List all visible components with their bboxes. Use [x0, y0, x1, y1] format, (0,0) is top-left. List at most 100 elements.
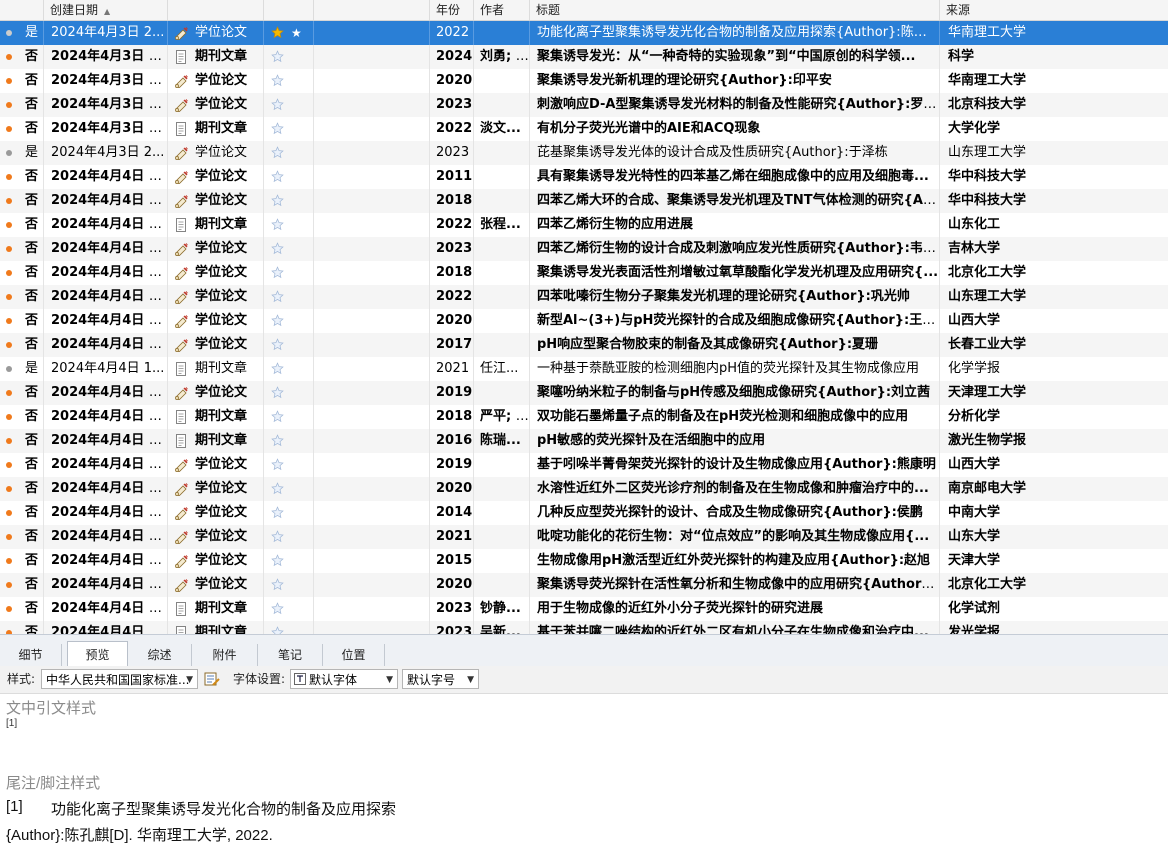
rating-cell	[264, 477, 314, 501]
item-row[interactable]: 否 2024年4月4日 1... 期刊文章 2022 张程... 四苯乙烯衍生物的应用进展…	[0, 213, 1168, 237]
item-type-cell: 学位论文	[168, 237, 264, 261]
empty-star-icon[interactable]	[271, 626, 284, 634]
empty-star-icon[interactable]	[271, 218, 284, 231]
empty-star-icon[interactable]	[271, 122, 284, 135]
item-row[interactable]: 否 2024年4月4日 1... 学位论文 2018 聚集诱导发光表面活性剂增敏过氧草酸…	[0, 261, 1168, 285]
item-row[interactable]: 否 2024年4月3日 2... 期刊文章 2022 淡文... 有机分子荧光光谱中的AI…	[0, 117, 1168, 141]
column-header-read[interactable]	[0, 0, 44, 20]
item-type-cell: 学位论文	[168, 309, 264, 333]
empty-star-icon[interactable]	[271, 290, 284, 303]
tab-details[interactable]: 细节	[0, 644, 62, 666]
empty-star-icon[interactable]	[271, 146, 284, 159]
item-row[interactable]: 否 2024年4月4日 1... 学位论文 2011 具有聚集诱导发光特性的四苯基乙烯在…	[0, 165, 1168, 189]
unread-dot-icon	[6, 294, 12, 300]
item-row[interactable]: 否 2024年4月4日 1... 期刊文章 2016 陈瑞... pH敏感的荧光探针及在活…	[0, 429, 1168, 453]
column-header-title[interactable]: 标题	[530, 0, 940, 20]
empty-star-icon[interactable]	[271, 386, 284, 399]
empty-star-icon[interactable]	[271, 194, 284, 207]
style-select[interactable]: 中华人民共和国国家标准... ▼	[41, 669, 198, 689]
favorite-star-icon[interactable]: ★	[291, 21, 302, 45]
empty-star-icon[interactable]	[271, 98, 284, 111]
tab-location[interactable]: 位置	[323, 644, 385, 666]
font-size-select[interactable]: 默认字号 ▼	[402, 669, 479, 689]
empty-star-icon[interactable]	[271, 170, 284, 183]
empty-star-icon[interactable]	[271, 410, 284, 423]
item-list[interactable]: 是 2024年4月3日 2... 学位论文 ★ 2022 功能化离子型聚集诱导发光化合物的…	[0, 21, 1168, 634]
item-row[interactable]: 否 2024年4月4日 1... 期刊文章 2018 严平; ... 双功能石墨烯量子点的…	[0, 405, 1168, 429]
title-text: 几种反应型荧光探针的设计、合成及生物成像研究{Author}:侯鹏	[537, 505, 923, 520]
item-row[interactable]: 否 2024年4月4日 1... 学位论文 2019 聚噻吩纳米粒子的制备与pH传感及细…	[0, 381, 1168, 405]
font-select[interactable]: 默认字体 ▼	[290, 669, 398, 689]
column-header-created-date[interactable]: 创建日期 ▲	[44, 0, 168, 20]
item-row[interactable]: 是 2024年4月3日 2... 学位论文 2023 芘基聚集诱导发光体的设计合成及性质…	[0, 141, 1168, 165]
empty-star-icon[interactable]	[271, 434, 284, 447]
item-row[interactable]: 否 2024年4月4日 1... 学位论文 2020 聚集诱导荧光探针在活性氧分析和生物…	[0, 573, 1168, 597]
empty-star-icon[interactable]	[271, 362, 284, 375]
created-date-text: 2024年4月4日 1...	[51, 385, 168, 400]
item-row[interactable]: 否 2024年4月4日 1... 学位论文 2020 新型Al~(3+)与pH荧光探针的…	[0, 309, 1168, 333]
read-status-text: 是	[25, 361, 39, 376]
column-header-source[interactable]: 来源	[940, 0, 1168, 20]
item-row[interactable]: 否 2024年4月3日 2... 期刊文章 2024 刘勇; ... 聚集诱导发光：从“一…	[0, 45, 1168, 69]
read-status-cell: 否	[0, 597, 44, 621]
empty-star-icon[interactable]	[271, 602, 284, 615]
created-date-cell: 2024年4月3日 2...	[44, 117, 168, 141]
item-row[interactable]: 否 2024年4月4日 1... 学位论文 2023 四苯乙烯衍生物的设计合成及刺激响应…	[0, 237, 1168, 261]
column-header-extra[interactable]	[314, 0, 430, 20]
item-row[interactable]: 否 2024年4月4日 1... 学位论文 2022 四苯吡嗪衍生物分子聚集发光机理的理…	[0, 285, 1168, 309]
item-row[interactable]: 否 2024年4月4日 1... 学位论文 2019 基于吲哚半菁骨架荧光探针的设计及生…	[0, 453, 1168, 477]
column-header-item-type[interactable]	[168, 0, 264, 20]
item-row[interactable]: 否 2024年4月4日 1... 学位论文 2021 吡啶功能化的花衍生物：对“位点效应…	[0, 525, 1168, 549]
rating-cell	[264, 117, 314, 141]
item-row[interactable]: 否 2024年4月3日 2... 学位论文 2020 聚集诱导发光新机理的理论研究{Au…	[0, 69, 1168, 93]
source-cell: 山西大学	[940, 453, 1168, 477]
empty-star-icon[interactable]	[271, 338, 284, 351]
item-type-text: 学位论文	[195, 337, 248, 352]
source-cell: 华南理工大学	[940, 69, 1168, 93]
tab-notes[interactable]: 笔记	[258, 644, 323, 666]
empty-star-icon[interactable]	[271, 506, 284, 519]
empty-star-icon[interactable]	[271, 554, 284, 567]
empty-star-icon[interactable]	[271, 266, 284, 279]
read-status-text: 否	[25, 289, 39, 304]
empty-star-icon[interactable]	[271, 74, 284, 87]
rating-star-icon[interactable]	[271, 26, 284, 39]
item-row[interactable]: 是 2024年4月3日 2... 学位论文 ★ 2022 功能化离子型聚集诱导发光化合物的…	[0, 21, 1168, 45]
item-row[interactable]: 否 2024年4月4日 1... 期刊文章 2023 钞静... 用于生物成像的近红外小分…	[0, 597, 1168, 621]
column-header-rating[interactable]	[264, 0, 314, 20]
title-text: 聚集诱导发光新机理的理论研究{Author}:印平安	[537, 73, 832, 88]
empty-star-icon[interactable]	[271, 578, 284, 591]
empty-star-icon[interactable]	[271, 50, 284, 63]
rating-cell	[264, 93, 314, 117]
style-manager-icon[interactable]	[204, 671, 220, 687]
item-row[interactable]: 否 2024年4月4日 1... 学位论文 2014 几种反应型荧光探针的设计、合成及生…	[0, 501, 1168, 525]
item-row[interactable]: 否 2024年4月4日 1... 学位论文 2015 生物成像用pH激活型近红外荧光探针…	[0, 549, 1168, 573]
tab-attachments[interactable]: 附件	[192, 644, 258, 666]
font-size-select-value: 默认字号	[407, 673, 456, 687]
item-row[interactable]: 否 2024年4月4日 1... 学位论文 2020 水溶性近红外二区荧光诊疗剂的制备及…	[0, 477, 1168, 501]
item-row[interactable]: 否 2024年4月4日 1... 学位论文 2018 四苯乙烯大环的合成、聚集诱导发光机…	[0, 189, 1168, 213]
item-type-text: 期刊文章	[195, 217, 248, 232]
extra-cell	[314, 381, 430, 405]
item-row[interactable]: 否 2024年4月4日 1... 期刊文章 2023 吴新... 基于苯并噻二唑结构的近红…	[0, 621, 1168, 634]
item-row[interactable]: 否 2024年4月4日 1... 学位论文 2017 pH响应型聚合物胶束的制备及其成像…	[0, 333, 1168, 357]
rating-cell	[264, 213, 314, 237]
empty-star-icon[interactable]	[271, 482, 284, 495]
author-cell	[474, 189, 530, 213]
empty-star-icon[interactable]	[271, 314, 284, 327]
empty-star-icon[interactable]	[271, 458, 284, 471]
item-row[interactable]: 否 2024年4月3日 2... 学位论文 2023 刺激响应D-A型聚集诱导发光材料的…	[0, 93, 1168, 117]
item-type-cell: 期刊文章	[168, 45, 264, 69]
tab-preview[interactable]: 预览	[67, 641, 128, 667]
tab-abstract[interactable]: 综述	[128, 644, 192, 666]
item-type-text: 学位论文	[195, 265, 248, 280]
read-status-text: 否	[25, 457, 39, 472]
column-header-year[interactable]: 年份	[430, 0, 474, 20]
item-type-text: 期刊文章	[195, 361, 248, 376]
item-row[interactable]: 是 2024年4月4日 1... 期刊文章 2021 任江... 一种基于萘酰亚胺的检测细…	[0, 357, 1168, 381]
empty-star-icon[interactable]	[271, 242, 284, 255]
read-status-text: 否	[25, 409, 39, 424]
empty-star-icon[interactable]	[271, 530, 284, 543]
year-cell: 2019	[430, 381, 474, 405]
column-header-author[interactable]: 作者	[474, 0, 530, 20]
